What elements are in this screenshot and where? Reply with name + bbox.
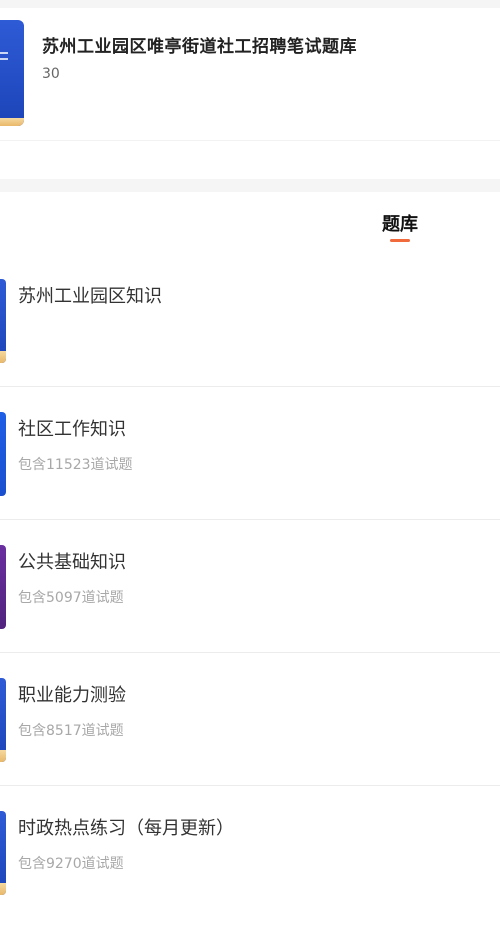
tab-bar: 题库 bbox=[0, 192, 500, 254]
exam-count: 30 bbox=[42, 66, 60, 82]
cover-spine bbox=[0, 883, 6, 895]
bank-item-meta: 包含5097道试题 bbox=[18, 590, 124, 606]
exam-title: 苏州工业园区唯亭街道社工招聘笔试题库 bbox=[42, 37, 357, 57]
book-cover-icon bbox=[0, 811, 6, 895]
bank-item-suzhou-park[interactable]: 苏州工业园区知识 bbox=[0, 254, 500, 387]
exam-header-card[interactable]: 苏州工业园区唯亭街道社工招聘笔试题库 30 bbox=[0, 8, 500, 138]
exam-book-cover-icon bbox=[0, 20, 24, 126]
bank-item-name: 苏州工业园区知识 bbox=[18, 286, 162, 307]
cover-spine bbox=[0, 118, 24, 126]
bank-item-name: 职业能力测验 bbox=[18, 685, 126, 706]
book-cover-icon bbox=[0, 279, 6, 363]
cover-spine bbox=[0, 351, 6, 363]
section-gap bbox=[0, 179, 500, 192]
bank-item-meta: 包含8517道试题 bbox=[18, 723, 124, 739]
bank-item-name: 时政热点练习（每月更新） bbox=[18, 818, 234, 839]
bank-item-current-affairs[interactable]: 时政热点练习（每月更新） 包含9270道试题 bbox=[0, 786, 500, 919]
bank-item-ability-test[interactable]: 职业能力测验 包含8517道试题 bbox=[0, 653, 500, 786]
bank-item-name: 社区工作知识 bbox=[18, 419, 126, 440]
book-cover-icon bbox=[0, 678, 6, 762]
bank-item-public-basics[interactable]: 公共基础知识 包含5097道试题 bbox=[0, 520, 500, 653]
question-bank-list: 苏州工业园区知识 社区工作知识 包含11523道试题 公共基础知识 包含5097… bbox=[0, 254, 500, 919]
book-cover-icon bbox=[0, 545, 6, 629]
tab-active-indicator bbox=[390, 239, 410, 242]
cover-spine bbox=[0, 750, 6, 762]
bank-item-meta: 包含9270道试题 bbox=[18, 856, 124, 872]
bank-item-community-work[interactable]: 社区工作知识 包含11523道试题 bbox=[0, 387, 500, 520]
top-strip bbox=[0, 0, 500, 8]
cover-lines-icon bbox=[0, 50, 8, 64]
bank-item-name: 公共基础知识 bbox=[18, 552, 126, 573]
book-cover-icon bbox=[0, 412, 6, 496]
bank-item-meta: 包含11523道试题 bbox=[18, 457, 133, 473]
header-divider bbox=[0, 140, 500, 141]
tab-question-bank[interactable]: 题库 bbox=[372, 210, 428, 236]
